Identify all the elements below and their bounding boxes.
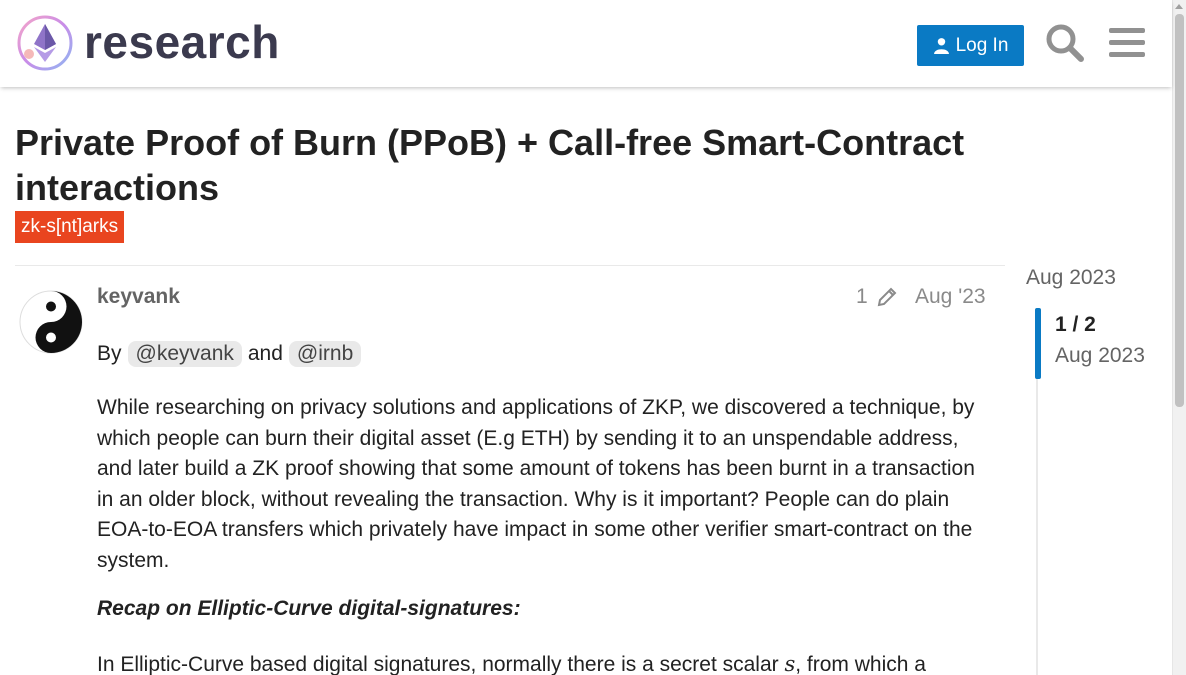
login-button[interactable]: Log In xyxy=(917,25,1024,66)
topic-tag[interactable]: zk-s[nt]arks xyxy=(15,211,125,243)
post-username[interactable]: keyvank xyxy=(97,285,180,309)
site-name[interactable]: research xyxy=(84,16,280,68)
post-date[interactable]: Aug '23 xyxy=(915,285,986,309)
search-icon[interactable] xyxy=(1044,22,1086,64)
and-word: and xyxy=(247,342,283,365)
post-paragraph: While researching on privacy solutions a… xyxy=(97,396,975,572)
site-header: research Log In xyxy=(0,0,1172,87)
user-icon xyxy=(933,38,949,54)
mention-irnb[interactable]: @irnb xyxy=(288,341,362,367)
recap-heading: Recap on Elliptic-Curve digital-signatur… xyxy=(97,597,521,620)
menu-icon[interactable] xyxy=(1106,22,1148,64)
avatar[interactable] xyxy=(18,289,84,355)
by-line: By @keyvank and @irnb xyxy=(97,341,367,367)
login-label: Log In xyxy=(955,34,1009,56)
by-prefix: By xyxy=(97,342,122,365)
para2-end: , from which a xyxy=(795,653,926,675)
para2-start: In Elliptic-Curve based digital signatur… xyxy=(97,653,785,675)
scrollbar-thumb[interactable] xyxy=(1175,14,1184,407)
timeline-start-date[interactable]: Aug 2023 xyxy=(1026,266,1116,290)
divider xyxy=(15,265,1005,266)
edit-count: 1 xyxy=(856,285,868,308)
timeline-handle[interactable] xyxy=(1035,308,1041,379)
edit-history[interactable]: 1 xyxy=(856,285,898,309)
timeline-position: 1 / 2 xyxy=(1055,313,1096,336)
mention-keyvank[interactable]: @keyvank xyxy=(127,341,242,367)
pencil-icon xyxy=(877,287,897,307)
timeline-current-date: Aug 2023 xyxy=(1055,344,1145,367)
topic-title[interactable]: Private Proof of Burn (PPoB) + Call-free… xyxy=(15,120,1045,210)
math-variable: s xyxy=(784,652,796,675)
post-paragraph-2: In Elliptic-Curve based digital signatur… xyxy=(97,649,992,675)
scroll-up-arrow-icon[interactable] xyxy=(1175,4,1183,9)
ethereum-logo-icon[interactable] xyxy=(16,14,74,72)
